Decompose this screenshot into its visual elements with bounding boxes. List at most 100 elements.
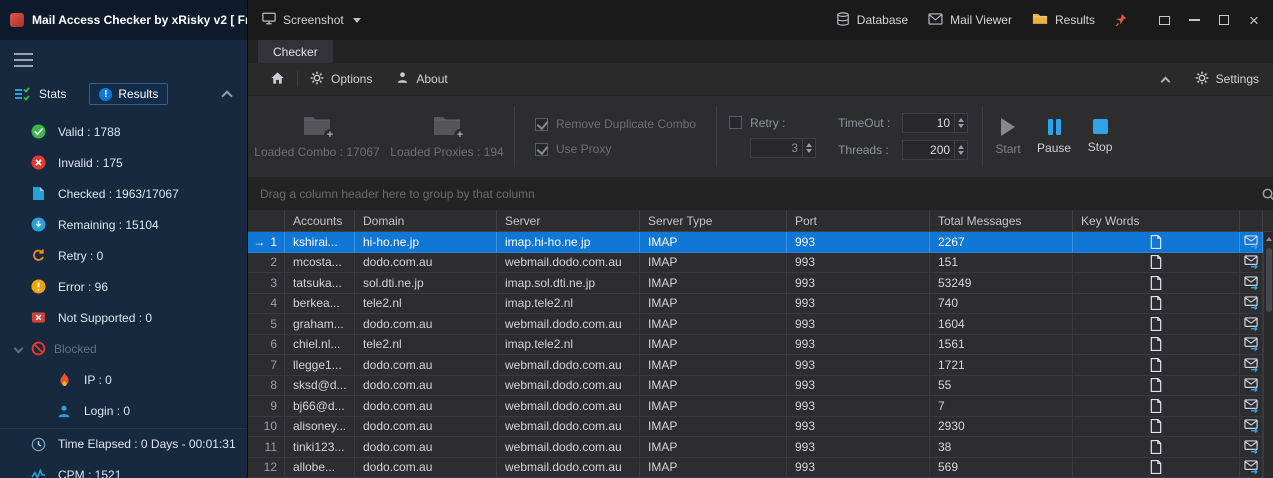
results-button[interactable]: Results (89, 83, 168, 105)
send-mail-icon[interactable] (1244, 255, 1259, 269)
column-header-accounts[interactable]: Accounts (285, 210, 355, 231)
table-row[interactable]: 5graham...dodo.com.auwebmail.dodo.com.au… (248, 314, 1273, 335)
maximize-button[interactable] (1209, 6, 1239, 34)
stat-invalid: Invalid : 175 (0, 147, 247, 178)
column-header-keywords[interactable]: Key Words (1073, 210, 1240, 231)
table-row[interactable]: 8sksd@d...dodo.com.auwebmail.dodo.com.au… (248, 376, 1273, 397)
scroll-up-icon[interactable] (1264, 232, 1273, 246)
toolbar-separator (982, 106, 983, 167)
document-icon[interactable] (1150, 358, 1162, 372)
table-row[interactable]: 12allobe...dodo.com.auwebmail.dodo.com.a… (248, 458, 1273, 478)
send-mail-icon[interactable] (1244, 235, 1259, 249)
vertical-scrollbar[interactable] (1263, 232, 1273, 478)
document-icon[interactable] (1150, 337, 1162, 351)
about-button[interactable]: About (384, 63, 459, 95)
search-icon[interactable] (1261, 187, 1273, 202)
cell-port: 993 (787, 294, 930, 314)
pin-icon[interactable] (1115, 13, 1127, 27)
window-icon[interactable] (1149, 6, 1179, 34)
collapse-chevron-icon[interactable] (221, 90, 232, 101)
cell-mail (1240, 437, 1263, 457)
home-button[interactable] (258, 63, 297, 95)
table-row[interactable]: 6chiel.nl...tele2.nlimap.tele2.nlIMAP993… (248, 335, 1273, 356)
table-row[interactable]: 11tinki123...dodo.com.auwebmail.dodo.com… (248, 437, 1273, 458)
start-label: Start (995, 142, 1020, 156)
cell-total: 1561 (930, 335, 1073, 355)
minimize-button[interactable] (1179, 6, 1209, 34)
menu-icon[interactable] (0, 40, 44, 74)
send-mail-icon[interactable] (1244, 440, 1259, 454)
toolbar-separator (514, 106, 515, 167)
remove-duplicate-checkbox[interactable]: Remove Duplicate Combo (535, 117, 696, 131)
pause-label: Pause (1037, 141, 1071, 155)
send-mail-icon[interactable] (1244, 296, 1259, 310)
cell-domain: dodo.com.au (355, 253, 497, 273)
load-combo-button[interactable]: Loaded Combo : 17067 (252, 96, 382, 177)
results-folder-button[interactable]: Results (1032, 12, 1095, 28)
grid-header-mail (1240, 210, 1263, 231)
cell-total: 38 (930, 437, 1073, 457)
column-header-server[interactable]: Server (497, 210, 640, 231)
column-header-port[interactable]: Port (787, 210, 930, 231)
spinner-arrows-icon[interactable] (802, 139, 815, 157)
document-icon[interactable] (1150, 440, 1162, 454)
send-mail-icon[interactable] (1244, 358, 1259, 372)
document-icon[interactable] (1150, 296, 1162, 310)
use-proxy-checkbox[interactable]: Use Proxy (535, 142, 696, 156)
ribbon-collapse-icon[interactable] (1160, 76, 1170, 86)
loaded-proxies-label: Loaded Proxies : 194 (390, 145, 503, 159)
send-mail-icon[interactable] (1244, 337, 1259, 351)
table-row[interactable]: 4berkea...tele2.nlimap.tele2.nlIMAP99374… (248, 294, 1273, 315)
column-header-type[interactable]: Server Type (640, 210, 787, 231)
table-row[interactable]: 3tatsuka...sol.dti.ne.jpimap.sol.dti.ne.… (248, 273, 1273, 294)
column-header-domain[interactable]: Domain (355, 210, 497, 231)
pause-button[interactable]: Pause (1031, 96, 1077, 177)
stat-label: Error : 96 (58, 280, 108, 294)
ip-icon (56, 372, 72, 388)
document-icon[interactable] (1150, 255, 1162, 269)
settings-button[interactable]: Settings (1183, 71, 1271, 88)
chevron-down-icon[interactable] (14, 344, 24, 354)
document-icon[interactable] (1150, 419, 1162, 433)
document-icon[interactable] (1150, 317, 1162, 331)
retry-spinner[interactable]: 3 (750, 138, 816, 158)
table-row[interactable]: 2mcosta...dodo.com.auwebmail.dodo.com.au… (248, 253, 1273, 274)
document-icon[interactable] (1150, 399, 1162, 413)
send-mail-icon[interactable] (1244, 460, 1259, 474)
cell-server: webmail.dodo.com.au (497, 253, 640, 273)
send-mail-icon[interactable] (1244, 399, 1259, 413)
column-header-total[interactable]: Total Messages (930, 210, 1073, 231)
stop-button[interactable]: Stop (1077, 96, 1123, 177)
spinner-arrows-icon[interactable] (954, 114, 967, 132)
document-icon[interactable] (1150, 276, 1162, 290)
document-icon[interactable] (1150, 378, 1162, 392)
scroll-thumb[interactable] (1266, 248, 1272, 312)
table-row[interactable]: 7llegge1...dodo.com.auwebmail.dodo.com.a… (248, 355, 1273, 376)
spinner-arrows-icon[interactable] (954, 141, 967, 159)
start-button[interactable]: Start (985, 96, 1031, 177)
send-mail-icon[interactable] (1244, 317, 1259, 331)
tab-checker[interactable]: Checker (258, 40, 333, 63)
send-mail-icon[interactable] (1244, 378, 1259, 392)
threads-value: 200 (903, 141, 954, 159)
table-row[interactable]: →1kshirai...hi-ho.ne.jpimap.hi-ho.ne.jpI… (248, 232, 1273, 253)
threads-spinner[interactable]: 200 (902, 140, 968, 160)
cell-mail (1240, 294, 1263, 314)
table-row[interactable]: 10alisoney...dodo.com.auwebmail.dodo.com… (248, 417, 1273, 438)
row-number: 6 (270, 337, 277, 351)
screenshot-dropdown[interactable]: Screenshot (262, 12, 361, 28)
table-row[interactable]: 9bj66@d...dodo.com.auwebmail.dodo.com.au… (248, 396, 1273, 417)
document-icon[interactable] (1150, 460, 1162, 474)
send-mail-icon[interactable] (1244, 419, 1259, 433)
retry-checkbox[interactable]: Retry : (729, 116, 785, 130)
remaining-icon (30, 217, 46, 233)
timeout-spinner[interactable]: 10 (902, 113, 968, 133)
options-button[interactable]: Options (298, 63, 384, 95)
send-mail-icon[interactable] (1244, 276, 1259, 290)
document-icon[interactable] (1150, 235, 1162, 249)
database-button[interactable]: Database (836, 12, 908, 29)
load-proxies-button[interactable]: Loaded Proxies : 194 (382, 96, 512, 177)
mail-viewer-button[interactable]: Mail Viewer (928, 13, 1012, 28)
row-number: 12 (264, 460, 277, 474)
close-button[interactable] (1239, 6, 1269, 34)
